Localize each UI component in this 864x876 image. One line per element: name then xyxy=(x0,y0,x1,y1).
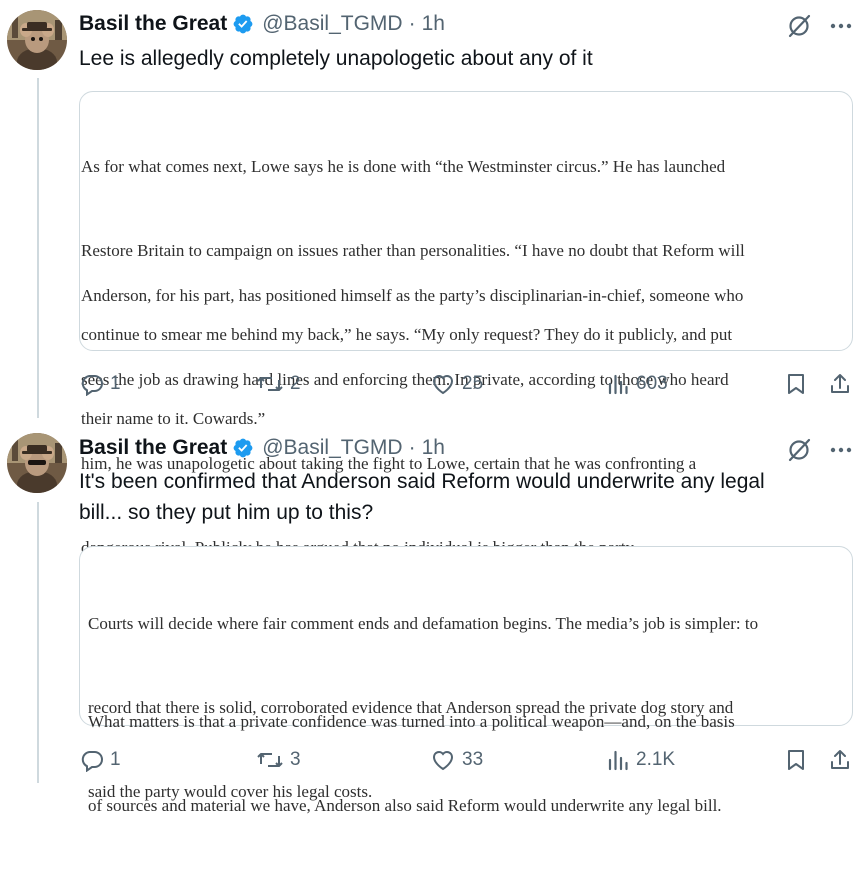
views-count: 2.1K xyxy=(636,749,676,770)
quote-line: As for what comes next, Lowe says he is … xyxy=(81,157,726,176)
verified-badge-icon xyxy=(232,437,254,459)
tweet-text: It's been confirmed that Anderson said R… xyxy=(79,466,854,528)
timestamp[interactable]: 1h xyxy=(422,12,445,36)
views-button[interactable]: 2.1K xyxy=(606,748,675,772)
quote-line: Anderson, for his part, has positioned h… xyxy=(81,286,744,305)
repost-count: 3 xyxy=(290,749,301,770)
views-icon xyxy=(608,374,628,395)
bookmark-button[interactable] xyxy=(784,748,808,772)
tweet-header: Basil the Great @Basil_TGMD · 1h xyxy=(79,433,445,463)
tweet-text: Lee is allegedly completely unapologetic… xyxy=(79,43,854,74)
repost-icon xyxy=(257,753,283,767)
like-icon xyxy=(432,751,454,771)
share-button[interactable] xyxy=(828,372,852,396)
reply-button[interactable]: 1 xyxy=(80,372,121,396)
quote-line: What matters is that a private confidenc… xyxy=(88,712,735,731)
repost-icon xyxy=(257,377,283,391)
like-count: 25 xyxy=(462,373,484,394)
grok-icon[interactable] xyxy=(786,13,812,39)
like-button[interactable]: 33 xyxy=(430,748,483,772)
share-icon xyxy=(831,374,849,393)
repost-button[interactable]: 3 xyxy=(256,748,301,772)
share-button[interactable] xyxy=(828,748,852,772)
repost-button[interactable]: 2 xyxy=(256,372,301,396)
views-count: 603 xyxy=(636,373,668,394)
grok-icon[interactable] xyxy=(786,437,812,463)
bookmark-button[interactable] xyxy=(784,372,808,396)
tweet-text-line: Lee is allegedly completely unapologetic… xyxy=(79,47,593,70)
repost-count: 2 xyxy=(290,373,301,394)
bookmark-icon xyxy=(788,374,804,394)
tweet-text-line: bill... so they put him up to this? xyxy=(79,501,374,524)
quote-line: Courts will decide where fair comment en… xyxy=(88,614,759,633)
author-handle[interactable]: @Basil_TGMD xyxy=(262,12,402,36)
tweet-header: Basil the Great @Basil_TGMD · 1h xyxy=(79,9,445,39)
separator: · xyxy=(408,12,416,35)
more-icon[interactable] xyxy=(828,437,854,463)
like-button[interactable]: 25 xyxy=(430,372,483,396)
reply-count: 1 xyxy=(110,373,121,394)
quoted-screenshot[interactable]: Courts will decide where fair comment en… xyxy=(79,546,853,815)
separator: · xyxy=(408,436,416,459)
bookmark-icon xyxy=(788,750,804,770)
views-icon xyxy=(608,750,628,771)
tweet-text-line: It's been confirmed that Anderson said R… xyxy=(79,470,765,493)
reply-icon xyxy=(81,375,103,396)
quote-line: of sources and material we have, Anderso… xyxy=(88,796,722,815)
quoted-screenshot[interactable]: As for what comes next, Lowe says he is … xyxy=(79,91,853,557)
author-name[interactable]: Basil the Great xyxy=(79,436,227,460)
thread-line-top xyxy=(37,78,39,418)
reply-button[interactable]: 1 xyxy=(80,748,121,772)
author-name[interactable]: Basil the Great xyxy=(79,12,227,36)
verified-badge-icon xyxy=(232,13,254,35)
avatar[interactable] xyxy=(7,433,67,493)
like-count: 33 xyxy=(462,749,484,770)
more-icon[interactable] xyxy=(828,13,854,39)
timestamp[interactable]: 1h xyxy=(422,436,445,460)
avatar[interactable] xyxy=(7,10,67,70)
views-button[interactable]: 603 xyxy=(606,372,668,396)
like-icon xyxy=(432,375,454,395)
reply-icon xyxy=(81,751,103,772)
author-handle[interactable]: @Basil_TGMD xyxy=(262,436,402,460)
share-icon xyxy=(831,750,849,769)
reply-count: 1 xyxy=(110,749,121,770)
thread-line-bottom xyxy=(37,502,39,783)
